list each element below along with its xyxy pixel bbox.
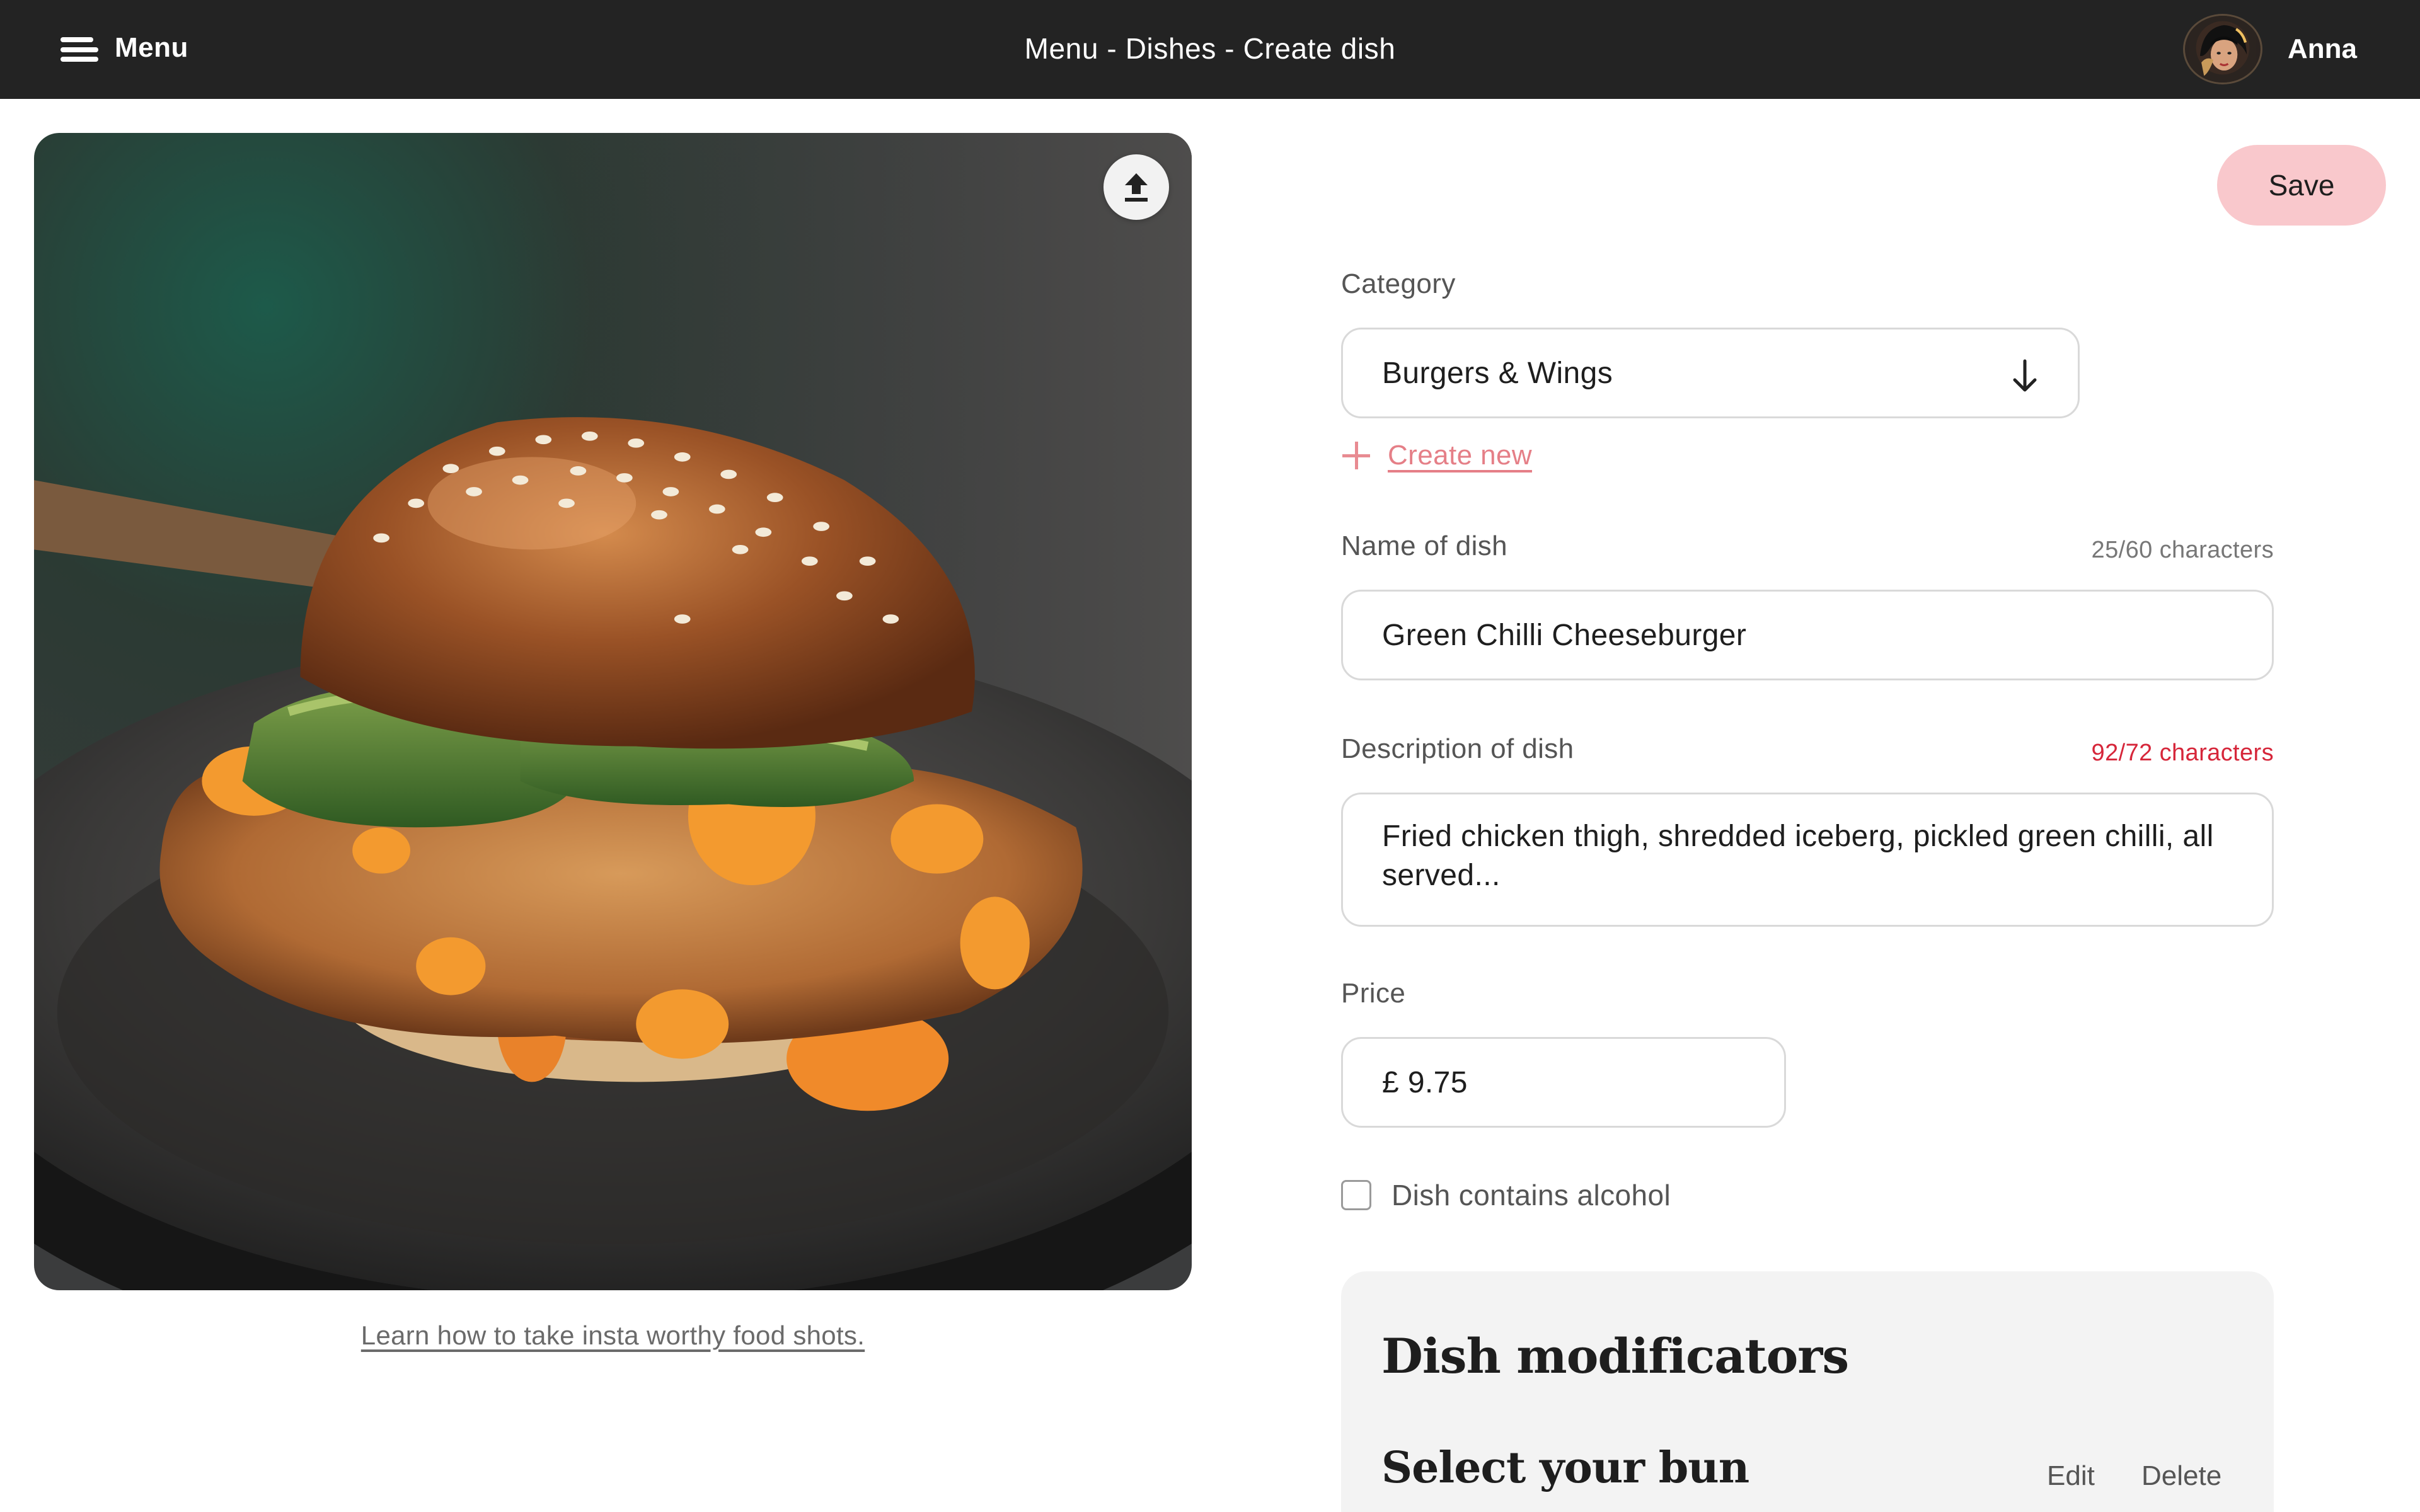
top-bar: Menu Menu - Dishes - Create dish Anna (0, 0, 2420, 99)
dish-photo (34, 133, 1192, 1290)
burger-image (34, 133, 1192, 1290)
dish-name-input[interactable]: Green Chilli Cheeseburger (1341, 590, 2274, 680)
user-name: Anna (2288, 33, 2357, 64)
avatar-image (2189, 16, 2256, 83)
alcohol-checkbox-row[interactable]: Dish contains alcohol (1341, 1178, 1671, 1212)
price-label: Price (1341, 978, 1406, 1009)
alcohol-checkbox[interactable] (1341, 1180, 1371, 1210)
price-value: £ 9.75 (1382, 1065, 1468, 1099)
delete-modificator-button[interactable]: Delete (2141, 1460, 2221, 1492)
dish-name-counter: 25/60 characters (2091, 537, 2274, 563)
upload-icon (1125, 173, 1148, 202)
create-category-link[interactable]: Create new (1341, 440, 1532, 471)
dish-name-label: Name of dish (1341, 530, 1508, 561)
plus-icon (1341, 440, 1371, 471)
alcohol-checkbox-label: Dish contains alcohol (1392, 1179, 1671, 1211)
save-button[interactable]: Save (2217, 145, 2386, 226)
category-select[interactable]: Burgers & Wings (1341, 328, 2080, 418)
description-label: Description of dish (1341, 733, 1574, 764)
user-menu[interactable]: Anna (2183, 14, 2357, 84)
category-label: Category (1341, 268, 1456, 299)
price-input[interactable]: £ 9.75 (1341, 1037, 1786, 1128)
photo-tips-link[interactable]: Learn how to take insta worthy food shot… (34, 1320, 1192, 1351)
description-textarea[interactable]: Fried chicken thigh, shredded iceberg, p… (1341, 793, 2274, 927)
category-value: Burgers & Wings (1382, 356, 1613, 390)
breadcrumb: Menu - Dishes - Create dish (1024, 32, 1396, 65)
modificators-title: Dish modificators (1381, 1328, 1849, 1384)
modificator-group-title: Select your bun (1381, 1443, 1749, 1493)
description-value: Fried chicken thigh, shredded iceberg, p… (1382, 820, 2214, 892)
user-avatar[interactable] (2183, 14, 2262, 84)
edit-modificator-button[interactable]: Edit (2047, 1460, 2095, 1492)
dish-name-value: Green Chilli Cheeseburger (1382, 618, 1747, 652)
arrow-down-icon (2013, 359, 2037, 392)
create-new-label: Create new (1388, 440, 1533, 471)
dish-modificators-panel: Dish modificators Select your bun Edit D… (1341, 1271, 2274, 1512)
description-counter: 92/72 characters (2091, 740, 2274, 766)
upload-photo-button[interactable] (1103, 154, 1169, 220)
